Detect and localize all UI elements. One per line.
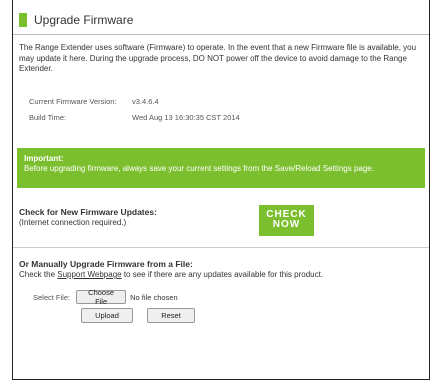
no-file-chosen-text: No file chosen	[130, 292, 178, 302]
manual-desc-prefix: Check the	[19, 270, 58, 279]
build-time-label: Build Time:	[29, 113, 67, 122]
select-file-row: Select File: Choose File No file chosen	[33, 288, 178, 306]
important-text: Before upgrading firmware, always save y…	[24, 164, 374, 173]
page-header: Upgrade Firmware	[19, 12, 133, 28]
check-now-line2: NOW	[272, 219, 301, 230]
important-heading: Important:	[24, 154, 64, 163]
check-now-button[interactable]: CHECK NOW	[259, 205, 314, 236]
choose-file-button[interactable]: Choose File	[76, 288, 127, 306]
manual-upgrade-desc: Check the Support Webpage to see if ther…	[19, 270, 323, 279]
support-webpage-link[interactable]: Support Webpage	[57, 270, 121, 279]
intro-text: The Range Extender uses software (Firmwa…	[19, 43, 417, 73]
firmware-version-row: Current Firmware Version: v3.4.6.4	[29, 97, 159, 106]
page-title: Upgrade Firmware	[34, 13, 134, 27]
firmware-version-value: v3.4.6.4	[132, 97, 159, 106]
manual-upgrade-title: Or Manually Upgrade Firmware from a File…	[19, 259, 193, 269]
build-time-value: Wed Aug 13 16:30:35 CST 2014	[132, 113, 240, 122]
build-time-row: Build Time: Wed Aug 13 16:30:35 CST 2014	[29, 113, 240, 122]
important-notice: Important: Before upgrading firmware, al…	[17, 148, 425, 188]
title-divider	[13, 34, 429, 35]
firmware-version-label: Current Firmware Version:	[29, 97, 117, 106]
manual-desc-suffix: to see if there are any updates availabl…	[121, 270, 324, 279]
firmware-panel: Upgrade Firmware The Range Extender uses…	[12, 0, 430, 380]
title-marker-icon	[19, 13, 27, 27]
reset-button[interactable]: Reset	[147, 308, 195, 323]
select-file-label: Select File:	[33, 292, 71, 302]
upload-button[interactable]: Upload	[81, 308, 133, 323]
check-updates-title: Check for New Firmware Updates:	[19, 207, 157, 217]
check-updates-subtitle: (Internet connection required.)	[19, 218, 127, 227]
section-divider	[13, 247, 429, 248]
